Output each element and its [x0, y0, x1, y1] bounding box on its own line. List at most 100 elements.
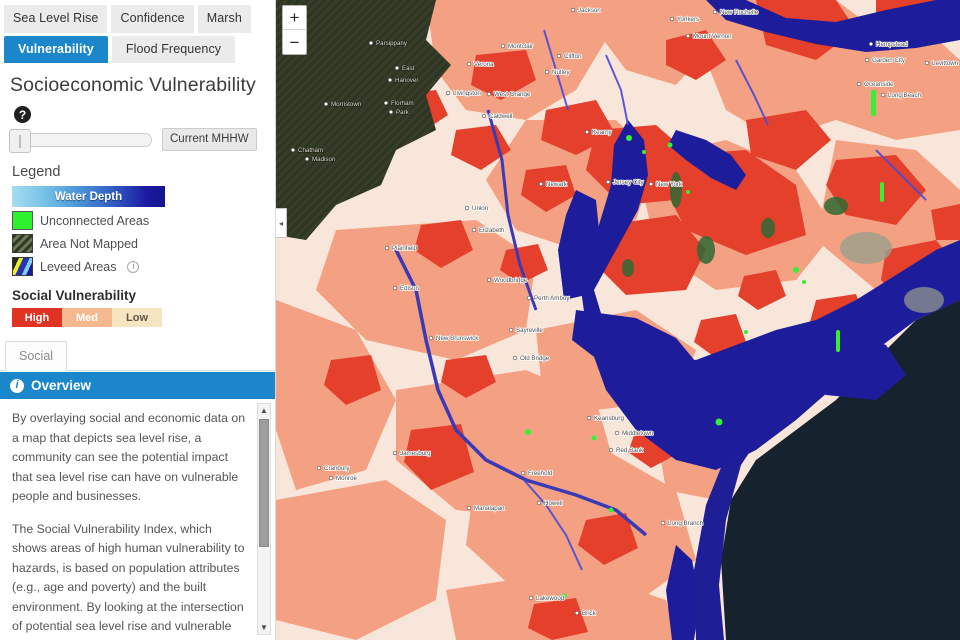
- map-place-label: Montclair: [508, 43, 533, 50]
- scroll-down-arrow-icon[interactable]: ▼: [258, 621, 270, 634]
- map-place-label: Edison: [400, 285, 419, 292]
- panel-collapse-arrow-icon[interactable]: ◂: [276, 208, 287, 238]
- map-place-dot: [394, 65, 400, 71]
- map-place-label: Madison: [312, 156, 336, 163]
- map-place-label: Park: [396, 109, 410, 116]
- tab-flood-frequency[interactable]: Flood Frequency: [111, 35, 236, 63]
- water-depth-label: Water Depth: [54, 190, 123, 203]
- left-control-panel: Sea Level Rise Confidence Marsh Vulnerab…: [0, 0, 276, 640]
- social-vulnerability-scale: High Med Low: [12, 308, 162, 327]
- map-place-dot: [486, 277, 492, 283]
- application-root: Sea Level Rise Confidence Marsh Vulnerab…: [0, 0, 960, 640]
- map-place-dot: [536, 500, 542, 506]
- tab-confidence[interactable]: Confidence: [111, 5, 194, 33]
- map-place-label: Oceanside: [864, 81, 894, 88]
- map-place-dot: [428, 335, 434, 341]
- map-place-dot: [584, 129, 590, 135]
- map-place-label: Nutley: [552, 69, 570, 76]
- map-place-label: Jackson: [578, 7, 601, 14]
- tab-social[interactable]: Social: [5, 341, 68, 371]
- legend-label: Area Not Mapped: [40, 236, 138, 251]
- tab-marsh[interactable]: Marsh: [197, 5, 251, 33]
- urban-gray-patch: [840, 232, 892, 264]
- map-place-label: Clifton: [564, 53, 582, 60]
- tab-vulnerability[interactable]: Vulnerability: [4, 35, 108, 63]
- map-place-dot: [466, 505, 472, 511]
- leveed-areas-swatch-icon: [12, 257, 33, 276]
- leveed-areas-info-icon[interactable]: i: [127, 260, 140, 273]
- map-place-label: Verona: [474, 61, 494, 68]
- question-mark-icon[interactable]: ?: [14, 106, 31, 123]
- map-place-label: Newark: [546, 181, 568, 188]
- map-place-dot: [880, 92, 886, 98]
- map-place-label: Elizabeth: [479, 227, 505, 234]
- sea-level-slider[interactable]: [9, 128, 152, 153]
- page-title: Socioeconomic Vulnerability: [10, 74, 256, 96]
- map-place-label: Chatham: [298, 147, 323, 154]
- scroll-up-arrow-icon[interactable]: ▲: [258, 404, 270, 417]
- map-zoom-controls[interactable]: + −: [282, 5, 307, 55]
- map-place-label: West Orange: [494, 91, 531, 98]
- area-not-mapped-swatch-icon: [12, 234, 33, 253]
- overview-scrollbar[interactable]: ▲ ▼: [257, 403, 271, 635]
- map-place-label: Perth Amboy: [534, 295, 570, 302]
- scrollbar-thumb[interactable]: [259, 419, 269, 547]
- zoom-out-button[interactable]: −: [283, 30, 306, 54]
- map-place-label: Caldwell: [489, 113, 512, 120]
- sv-class-high: High: [12, 308, 62, 327]
- primary-tab-bar: Sea Level Rise Confidence Marsh: [0, 0, 275, 33]
- map-place-dot: [556, 53, 562, 59]
- overview-paragraph-1: By overlaying social and economic data o…: [12, 411, 246, 503]
- map-place-label: Monroe: [336, 475, 358, 482]
- map-place-dot: [323, 101, 329, 107]
- map-place-dot: [660, 520, 666, 526]
- map-place-label: Hempstead: [876, 41, 908, 48]
- map-place-dot: [614, 430, 620, 436]
- sea-level-slider-row: Current MHHW: [0, 123, 275, 153]
- map-place-dot: [304, 156, 310, 162]
- map-place-dot: [574, 610, 580, 616]
- sv-class-low: Low: [112, 308, 162, 327]
- map-place-dot: [648, 181, 654, 187]
- info-icon: i: [10, 378, 24, 393]
- map-place-label: Brick: [582, 610, 597, 617]
- map-place-label: Old Bridge: [520, 355, 550, 362]
- map-place-label: Lakewood: [536, 595, 565, 602]
- map-place-dot: [481, 113, 487, 119]
- map-place-dot: [864, 57, 870, 63]
- map-place-dot: [586, 415, 592, 421]
- current-mhhw-button[interactable]: Current MHHW: [162, 128, 257, 151]
- map-canvas[interactable]: Parsippany East Hanover Morristown Florham Pa…: [276, 0, 960, 640]
- tab-sea-level-rise[interactable]: Sea Level Rise: [4, 5, 108, 33]
- map-place-dot: [500, 43, 506, 49]
- map-place-dot: [508, 327, 514, 333]
- map-place-dot: [290, 147, 296, 153]
- map-place-dot: [685, 33, 691, 39]
- secondary-tab-bar: Vulnerability Flood Frequency: [0, 33, 275, 63]
- map-place-label: Hanover: [395, 77, 418, 84]
- water-depth-gradient: Water Depth: [12, 186, 165, 207]
- map-place-label: Manalapan: [474, 505, 505, 512]
- slider-handle[interactable]: [9, 128, 31, 153]
- overview-paragraph-2: The Social Vulnerability Index, which sh…: [12, 521, 245, 640]
- map-place-label: Keansburg: [594, 415, 624, 422]
- map-place-label: Sayreville: [516, 327, 543, 334]
- map-place-label: East: [402, 65, 415, 72]
- map-place-label: Morristown: [331, 101, 362, 108]
- map-place-label: Jamesburg: [400, 450, 431, 457]
- zoom-in-button[interactable]: +: [283, 6, 306, 30]
- map-place-dot: [486, 91, 492, 97]
- map-viewport[interactable]: Parsippany East Hanover Morristown Florham Pa…: [276, 0, 960, 640]
- map-place-dot: [526, 295, 532, 301]
- map-place-dot: [712, 9, 718, 15]
- overview-header: i Overview: [0, 372, 275, 399]
- map-place-dot: [466, 61, 472, 67]
- sv-class-med: Med: [62, 308, 112, 327]
- map-place-dot: [520, 470, 526, 476]
- map-place-label: Florham: [391, 100, 414, 107]
- map-place-dot: [868, 41, 874, 47]
- unconnected-areas-swatch-icon: [12, 211, 33, 230]
- map-place-label: Cranbury: [324, 465, 350, 472]
- map-place-label: New Brunswick: [436, 335, 479, 342]
- map-place-dot: [383, 100, 389, 106]
